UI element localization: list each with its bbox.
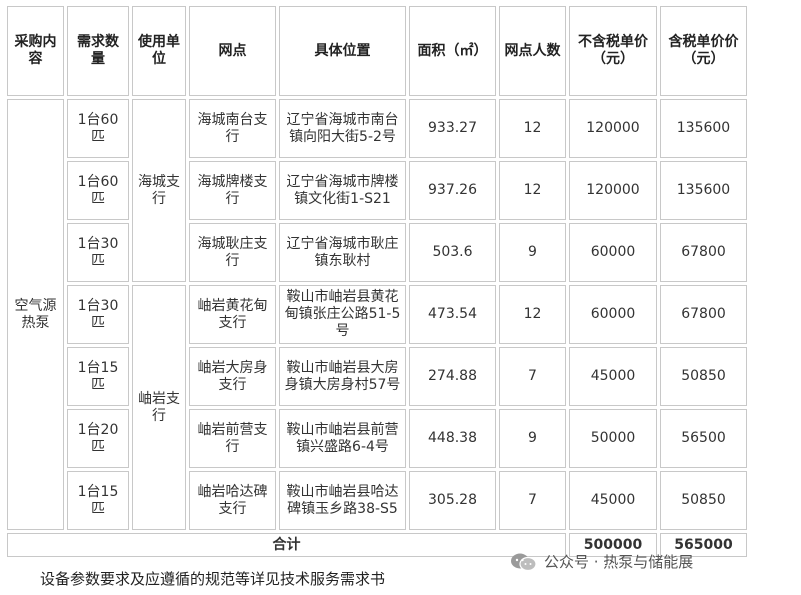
branch-cell: 海城耿庄支行 [189,223,276,282]
table-row: 1台15匹 岫岩哈达碑支行 鞍山市岫岩县哈达碑镇玉乡路38-S5 305.28 … [7,471,747,530]
header-price-ex: 不含税单价（元） [569,6,657,96]
location-cell: 鞍山市岫岩县哈达碑镇玉乡路38-S5 [279,471,406,530]
price-ex-cell: 60000 [569,223,657,282]
header-content: 采购内容 [7,6,64,96]
area-cell: 274.88 [409,347,496,406]
area-cell: 933.27 [409,99,496,158]
location-cell: 鞍山市岫岩县前营镇兴盛路6-4号 [279,409,406,468]
qty-cell: 1台30匹 [67,223,129,282]
staff-cell: 12 [499,285,566,344]
header-price-inc: 含税单价价（元） [660,6,747,96]
table-row: 1台60匹 海城牌楼支行 辽宁省海城市牌楼镇文化街1-S21 937.26 12… [7,161,747,220]
procurement-table: 采购内容 需求数量 使用单位 网点 具体位置 面积（㎡） 网点人数 不含税单价（… [4,3,750,560]
location-cell: 鞍山市岫岩县大房身镇大房身村57号 [279,347,406,406]
qty-cell: 1台15匹 [67,347,129,406]
area-cell: 937.26 [409,161,496,220]
staff-cell: 9 [499,223,566,282]
price-ex-cell: 50000 [569,409,657,468]
content-item-cell: 空气源热泵 [7,99,64,530]
total-label: 合计 [7,533,566,557]
header-staff: 网点人数 [499,6,566,96]
staff-cell: 7 [499,347,566,406]
staff-cell: 9 [499,409,566,468]
area-cell: 503.6 [409,223,496,282]
unit-cell-xiuyan: 岫岩支行 [132,285,186,530]
location-cell: 辽宁省海城市耿庄镇东耿村 [279,223,406,282]
price-inc-cell: 67800 [660,223,747,282]
price-ex-cell: 60000 [569,285,657,344]
header-branch: 网点 [189,6,276,96]
branch-cell: 岫岩黄花甸支行 [189,285,276,344]
branch-cell: 岫岩大房身支行 [189,347,276,406]
price-inc-cell: 50850 [660,471,747,530]
qty-cell: 1台30匹 [67,285,129,344]
price-ex-cell: 45000 [569,347,657,406]
header-qty: 需求数量 [67,6,129,96]
watermark-text: 公众号 · 热泵与储能展 [544,553,694,571]
branch-cell: 海城南台支行 [189,99,276,158]
branch-cell: 海城牌楼支行 [189,161,276,220]
qty-cell: 1台20匹 [67,409,129,468]
price-ex-cell: 120000 [569,161,657,220]
price-inc-cell: 56500 [660,409,747,468]
location-cell: 辽宁省海城市牌楼镇文化街1-S21 [279,161,406,220]
staff-cell: 7 [499,471,566,530]
price-inc-cell: 67800 [660,285,747,344]
price-ex-cell: 45000 [569,471,657,530]
header-unit: 使用单位 [132,6,186,96]
table-row: 1台30匹 海城耿庄支行 辽宁省海城市耿庄镇东耿村 503.6 9 60000 … [7,223,747,282]
branch-cell: 岫岩前营支行 [189,409,276,468]
location-cell: 辽宁省海城市南台镇向阳大街5-2号 [279,99,406,158]
price-inc-cell: 135600 [660,99,747,158]
area-cell: 305.28 [409,471,496,530]
unit-cell-haicheng: 海城支行 [132,99,186,282]
price-inc-cell: 135600 [660,161,747,220]
table-row: 1台30匹 岫岩支行 岫岩黄花甸支行 鞍山市岫岩县黄花甸镇张庄公路51-5号 4… [7,285,747,530]
footer-note: 设备参数要求及应遵循的规范等详见技术服务需求书 [40,570,386,588]
staff-cell: 12 [499,161,566,220]
qty-cell: 1台60匹 [67,99,129,158]
qty-cell: 1台15匹 [67,471,129,530]
branch-cell: 岫岩哈达碑支行 [189,471,276,530]
wechat-icon [510,552,538,572]
qty-cell: 1台60匹 [67,161,129,220]
price-inc-cell: 50850 [660,347,747,406]
header-location: 具体位置 [279,6,406,96]
staff-cell: 12 [499,99,566,158]
area-cell: 473.54 [409,285,496,344]
table-row: 空气源热泵 1台60匹 海城支行 海城南台支行 辽宁省海城市南台镇向阳大街5-2… [7,99,747,530]
watermark: 公众号 · 热泵与储能展 [510,551,693,572]
price-ex-cell: 120000 [569,99,657,158]
header-area: 面积（㎡） [409,6,496,96]
location-cell: 鞍山市岫岩县黄花甸镇张庄公路51-5号 [279,285,406,344]
area-cell: 448.38 [409,409,496,468]
table-row: 1台20匹 岫岩前营支行 鞍山市岫岩县前营镇兴盛路6-4号 448.38 9 5… [7,409,747,468]
table-row: 1台15匹 岫岩大房身支行 鞍山市岫岩县大房身镇大房身村57号 274.88 7… [7,347,747,406]
header-row: 采购内容 需求数量 使用单位 网点 具体位置 面积（㎡） 网点人数 不含税单价（… [7,6,747,96]
